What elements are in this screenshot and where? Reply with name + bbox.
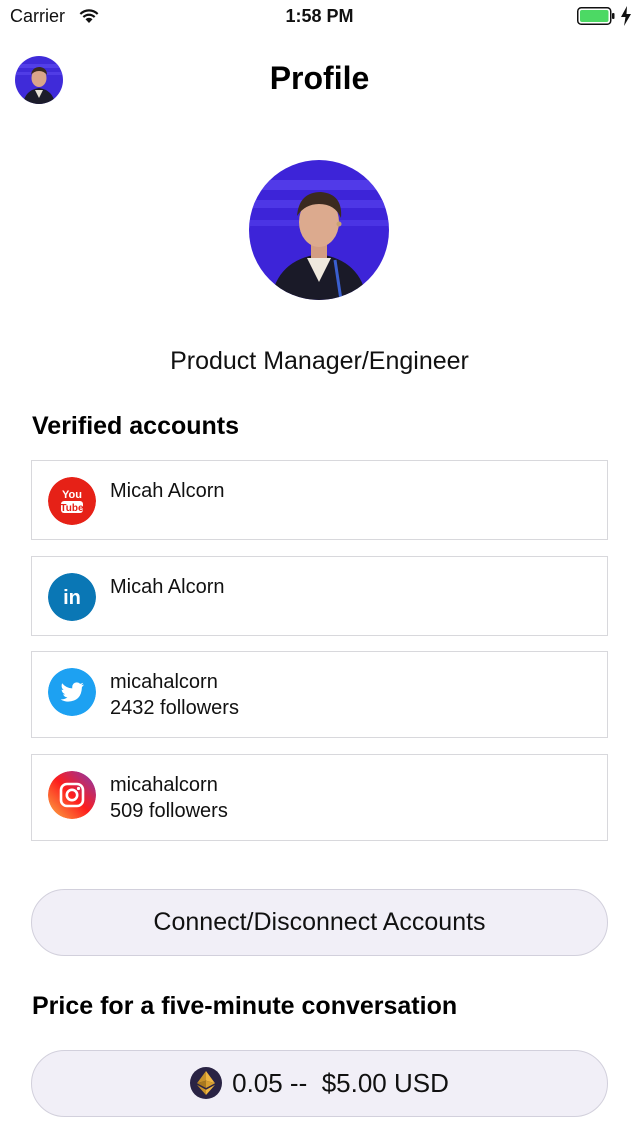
account-info: Micah Alcorn: [110, 478, 225, 504]
youtube-icon-text-top: You: [62, 489, 82, 501]
account-info: micahalcorn 509 followers: [110, 772, 228, 824]
battery-icon: [577, 7, 615, 25]
price-button[interactable]: 0.05 -- $5.00 USD: [31, 1050, 608, 1117]
account-card-linkedin[interactable]: in Micah Alcorn: [31, 556, 608, 636]
twitter-icon: [48, 668, 96, 716]
youtube-icon-text-bottom: Tube: [60, 503, 84, 514]
price-content: 0.05 -- $5.00 USD: [190, 1051, 449, 1115]
account-name: micahalcorn: [110, 774, 218, 796]
price-amount: 0.05 -- $5.00 USD: [232, 1067, 449, 1098]
verified-accounts-title: Verified accounts: [32, 412, 240, 440]
ethereum-icon: [190, 1067, 223, 1099]
youtube-icon: You Tube: [48, 477, 96, 525]
account-followers: 2432 followers: [110, 697, 239, 719]
account-name: Micah Alcorn: [110, 480, 225, 502]
page-title: Profile: [269, 60, 370, 96]
account-card-youtube[interactable]: You Tube Micah Alcorn: [31, 460, 608, 540]
profile-photo-icon: [249, 160, 389, 300]
profile-role: Product Manager/Engineer: [170, 347, 469, 375]
linkedin-icon-text: in: [63, 587, 81, 609]
price-title: Price for a five-minute conversation: [32, 992, 458, 1020]
linkedin-icon: in: [48, 573, 96, 621]
connect-accounts-button[interactable]: Connect/Disconnect Accounts: [31, 889, 608, 956]
instagram-icon: [48, 771, 96, 819]
status-bar: Carrier 1:58 PM: [0, 0, 639, 34]
account-name: micahalcorn: [110, 671, 218, 693]
account-card-instagram[interactable]: micahalcorn 509 followers: [31, 754, 608, 841]
account-followers: 509 followers: [110, 800, 228, 822]
status-time: 1:58 PM: [285, 6, 354, 26]
account-card-twitter[interactable]: micahalcorn 2432 followers: [31, 651, 608, 738]
account-info: micahalcorn 2432 followers: [110, 669, 239, 721]
account-info: Micah Alcorn: [110, 574, 225, 600]
account-name: Micah Alcorn: [110, 576, 225, 598]
charging-bolt-icon: [621, 6, 631, 26]
connect-accounts-label: Connect/Disconnect Accounts: [153, 908, 486, 936]
profile-photo[interactable]: [249, 160, 389, 300]
